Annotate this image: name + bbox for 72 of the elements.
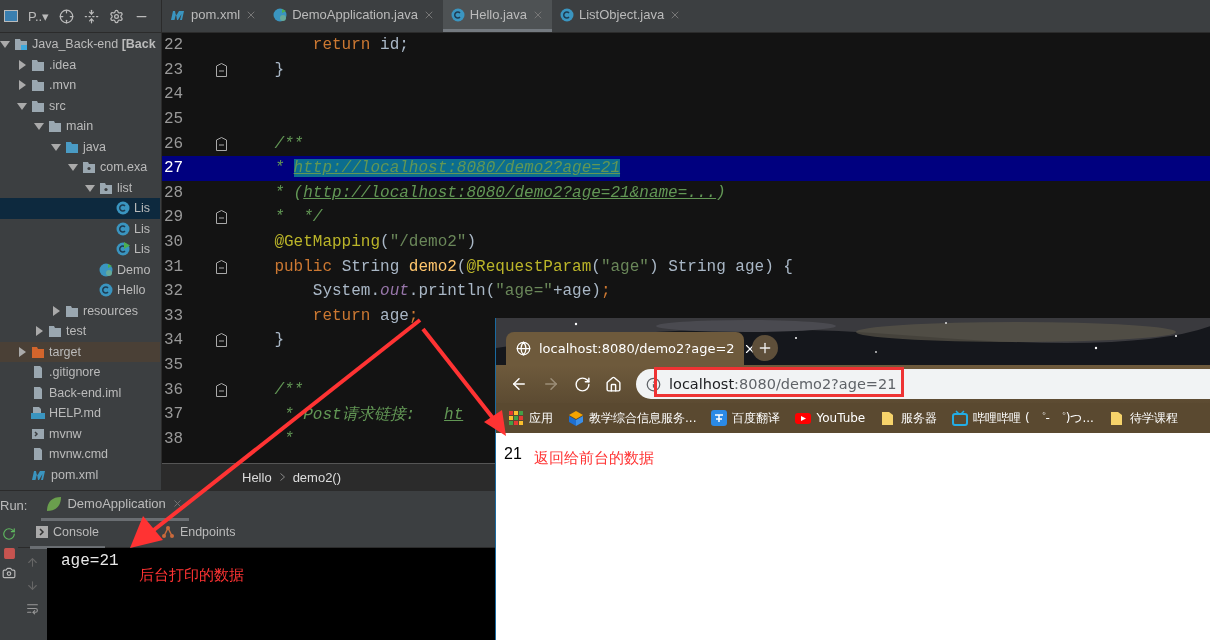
line-number: 23	[163, 60, 185, 79]
tree-item[interactable]: pom.xml	[0, 464, 160, 485]
tree-item[interactable]: Back-end.iml	[0, 382, 160, 403]
tree-item[interactable]: mvnw	[0, 423, 160, 444]
tree-item[interactable]: .gitignore	[0, 362, 160, 383]
editor-tab[interactable]: Hello.java	[442, 0, 552, 32]
code-line: /**	[273, 134, 304, 153]
code-line: * */	[273, 208, 323, 227]
line-number: 25	[163, 110, 185, 129]
line-number: 32	[163, 282, 185, 301]
breadcrumb-item[interactable]: demo2()	[292, 469, 342, 485]
breadcrumb-item[interactable]: Hello	[242, 469, 272, 485]
editor-tab[interactable]: ListObject.java	[551, 0, 690, 32]
line-number: 28	[163, 183, 185, 202]
code-line: * (http://localhost:8080/demo2?age=21&name=...)	[273, 183, 726, 202]
code-line: System.out.println("age="+age);	[311, 282, 611, 301]
tree-item[interactable]: .idea	[0, 54, 160, 75]
page-text: 21	[504, 445, 522, 463]
annotation-note: 返回给前台的数据	[533, 449, 654, 468]
bookmark[interactable]: 教学综合信息服务...	[568, 409, 697, 427]
run-label: Run:	[0, 497, 28, 513]
tree-item[interactable]: .mvn	[0, 75, 160, 96]
tree-item[interactable]: resources	[0, 300, 160, 321]
bookmark[interactable]: 哔哩哔哩 ( ゜- ゜)つ...	[952, 409, 1094, 427]
tree-item[interactable]: main	[0, 116, 160, 137]
code-line: *	[283, 429, 294, 448]
address-field[interactable]: localhost:8080/demo2?age=21	[636, 369, 1210, 399]
tree-item[interactable]: mvnw.cmd	[0, 444, 160, 465]
code-line: public String demo2(@RequestParam("age") String age) {	[273, 257, 793, 276]
tree-item[interactable]: target	[0, 341, 160, 362]
line-number: 36	[163, 380, 185, 399]
editor-tab[interactable]: DemoApplication.java	[265, 0, 443, 32]
code-line: }	[273, 60, 284, 79]
line-number: 33	[163, 306, 185, 325]
tree-item[interactable]: list	[0, 177, 160, 198]
line-number: 38	[163, 429, 185, 448]
tree-item[interactable]: Hello	[0, 280, 160, 301]
tree-item[interactable]: Lis	[0, 218, 160, 239]
line-number: 31	[163, 257, 185, 276]
console-output: age=21	[61, 552, 119, 570]
bookmark[interactable]: 服务器	[880, 409, 938, 427]
line-number: 26	[163, 134, 185, 153]
bookmark[interactable]: YouTube	[795, 410, 866, 426]
tree-item[interactable]: test	[0, 321, 160, 342]
tree-item[interactable]: src	[0, 95, 160, 116]
line-number: 27	[163, 159, 185, 178]
bookmark[interactable]: 百度翻译	[711, 409, 781, 427]
line-number: 34	[163, 331, 185, 350]
code-line: @GetMapping("/demo2")	[273, 233, 477, 252]
line-number: 24	[163, 85, 185, 104]
line-number: 22	[163, 36, 185, 55]
line-number: 37	[163, 405, 185, 424]
tree-item[interactable]: java	[0, 136, 160, 157]
tree-item[interactable]: Lis	[0, 239, 160, 260]
line-number: 29	[163, 208, 185, 227]
annotation-note: 后台打印的数据	[138, 566, 244, 585]
project-view-selector[interactable]: P..▾	[28, 8, 50, 24]
tree-item[interactable]: HELP.md	[0, 403, 160, 424]
bookmark[interactable]: 待学课程	[1108, 409, 1178, 427]
line-number: 30	[163, 233, 185, 252]
code-line: }	[273, 331, 284, 350]
bookmark[interactable]: 应用	[508, 409, 553, 427]
tree-item[interactable]: com.exa	[0, 157, 160, 178]
line-number: 35	[163, 356, 185, 374]
code-line: return age;	[311, 306, 419, 325]
tree-item[interactable]: Demo	[0, 259, 160, 280]
code-line: return id;	[311, 36, 409, 55]
code-line: /**	[273, 380, 304, 399]
tree-item[interactable]: Lis	[0, 198, 160, 219]
run-config-tab[interactable]: DemoApplication	[41, 489, 189, 521]
tree-item[interactable]: Java_Back-end [Back	[0, 34, 160, 55]
editor-tab[interactable]: pom.xml	[162, 0, 266, 32]
